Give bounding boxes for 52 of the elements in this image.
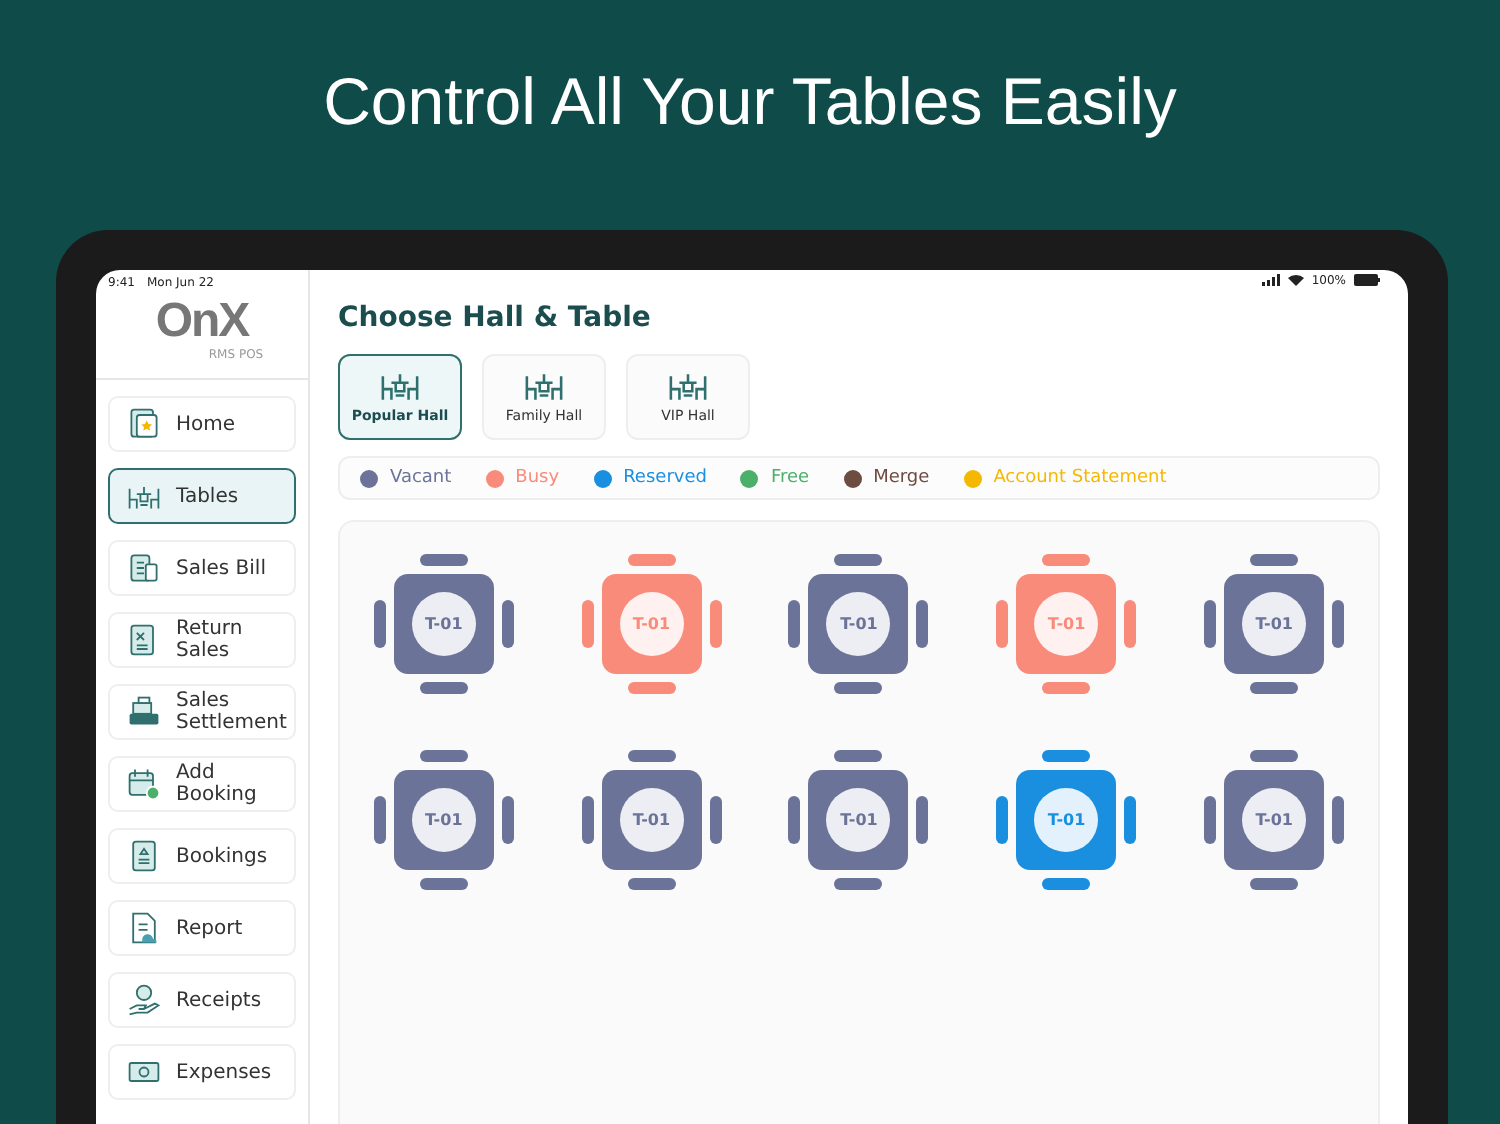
- chairs-drawing: [788, 554, 929, 694]
- sidebar-item[interactable]: Home: [108, 396, 296, 452]
- sidebar-item[interactable]: Receipts: [108, 972, 296, 1028]
- table-label: T-01: [1047, 615, 1086, 633]
- chairs-drawing: [581, 750, 722, 890]
- sidebar-item[interactable]: Sales Bill: [108, 540, 296, 596]
- sidebar-item[interactable]: Sales Settlement: [108, 684, 296, 740]
- table-chairs-icon: [522, 371, 566, 401]
- calendar-icon: [126, 766, 162, 802]
- legend-label: Merge: [873, 468, 930, 488]
- report-icon: [126, 910, 162, 946]
- chairs-drawing: [996, 750, 1137, 890]
- sidebar-item[interactable]: Expenses: [108, 1044, 296, 1100]
- sidebar-item[interactable]: Add Booking: [108, 756, 296, 812]
- legend-label: Reserved: [623, 468, 707, 488]
- legend-label: Free: [770, 468, 810, 488]
- table-label: T-01: [632, 615, 671, 633]
- table-label: T-01: [632, 811, 671, 829]
- table-label: T-01: [425, 615, 463, 633]
- table-label: T-01: [1047, 811, 1086, 829]
- sidebar-item[interactable]: Bookings: [108, 828, 296, 884]
- legend-label: Vacant: [390, 468, 452, 488]
- table-label: T-01: [840, 615, 878, 633]
- book-icon: [126, 838, 162, 874]
- table-chairs-icon: [666, 371, 710, 401]
- chairs-drawing: [581, 554, 722, 694]
- chairs-drawing: [1204, 554, 1345, 694]
- bill-icon: [126, 550, 162, 586]
- home-icon: [126, 406, 162, 442]
- sidebar-item[interactable]: Return Sales: [108, 612, 296, 668]
- legend-label: Account Statement: [993, 468, 1167, 488]
- chairs-drawing: [996, 554, 1137, 694]
- logo: OnX: [155, 296, 249, 348]
- headline: Control All Your Tables Easily: [321, 62, 1179, 142]
- chairs-drawing: [373, 554, 514, 694]
- sidebar-item[interactable]: Report: [108, 900, 296, 956]
- table-label: T-01: [1255, 615, 1293, 633]
- chairs-drawing: [373, 750, 514, 890]
- sidebar-item[interactable]: Tables: [108, 468, 296, 524]
- table-chairs-icon: [378, 371, 422, 401]
- hand-icon: [126, 982, 162, 1018]
- wifi-icon: [1287, 274, 1304, 286]
- signal-icon: [1261, 274, 1280, 286]
- register-icon: [126, 694, 162, 730]
- chairs-drawing: [788, 750, 929, 890]
- table-label: T-01: [840, 811, 878, 829]
- battery-icon: [1354, 274, 1380, 286]
- legend-label: Busy: [515, 468, 560, 488]
- table-label: T-01: [425, 811, 463, 829]
- page-title: Choose Hall & Table: [338, 302, 653, 334]
- chairs-drawing: [1204, 750, 1345, 890]
- table-label: T-01: [1255, 811, 1293, 829]
